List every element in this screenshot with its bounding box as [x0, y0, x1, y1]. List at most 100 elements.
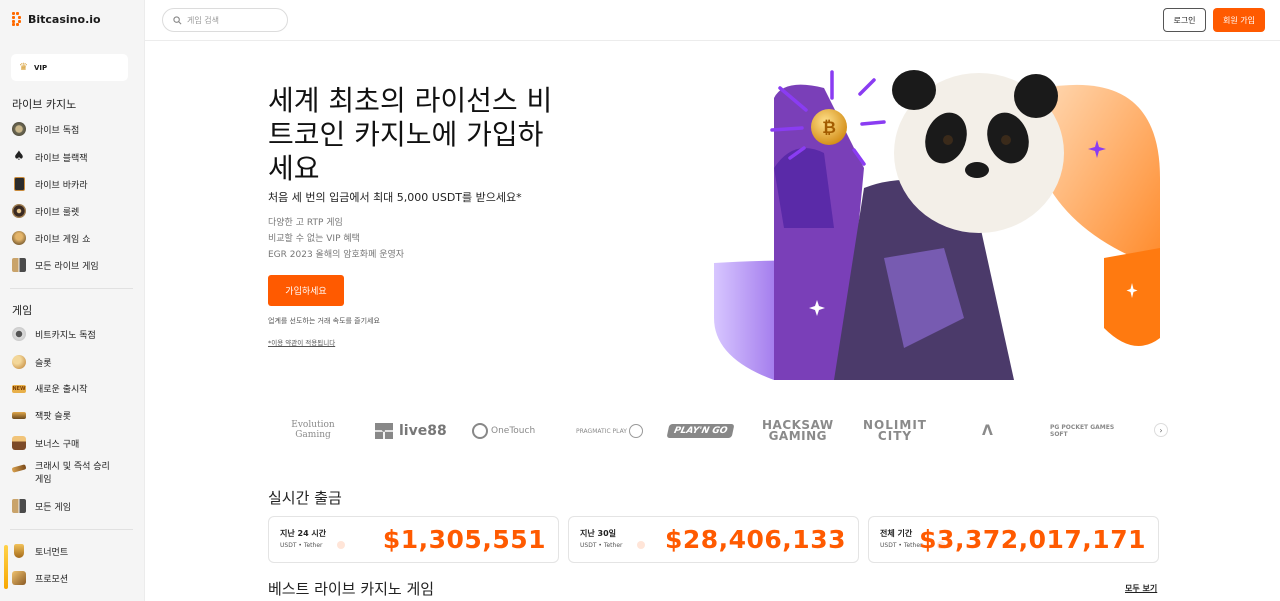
- sidebar-divider: [10, 288, 133, 289]
- see-all-link[interactable]: 모두 보기: [1125, 583, 1157, 594]
- login-button[interactable]: 로그인: [1163, 8, 1206, 32]
- hero-feature: 다양한 고 RTP 게임: [268, 218, 343, 228]
- hero-title-line: 세계 최초의 라이선스 비: [268, 84, 553, 117]
- new-badge-icon: NEW: [12, 384, 26, 393]
- sidebar-item-label: 프로모션: [35, 574, 69, 585]
- provider-logo[interactable]: OneTouch: [472, 418, 535, 444]
- join-cta-button[interactable]: 가입하세요: [268, 275, 344, 306]
- best-live-title: 베스트 라이브 카지노 게임: [268, 580, 435, 598]
- provider-logo[interactable]: NOLIMIT CITY: [859, 418, 931, 444]
- terms-link[interactable]: *이용 약관이 적용됩니다: [268, 337, 335, 347]
- provider-logo[interactable]: PLAY'N GO: [666, 418, 735, 444]
- rocket-icon: [11, 464, 27, 473]
- provider-name: Evolution Gaming: [291, 420, 335, 440]
- hero-fine-print: 업계를 선도하는 거래 속도를 즐기세요: [268, 317, 380, 325]
- sidebar-item-crash-instant[interactable]: 크래시 및 즉석 승리 게임: [11, 461, 132, 487]
- vip-button[interactable]: ♛ VIP: [11, 54, 128, 81]
- hero-title: 세계 최초의 라이선스 비 트코인 카지노에 가입하 세요: [268, 84, 568, 186]
- sidebar-item-all-games[interactable]: 모든 게임: [12, 499, 132, 513]
- sidebar-item-live-blackjack[interactable]: ♠ 라이브 블랙잭: [12, 150, 132, 164]
- payout-card: 전체 기간 USDT • Tether $3,372,017,171: [868, 516, 1159, 563]
- sidebar-item-label: 토너먼트: [35, 547, 69, 558]
- sidebar-item-label: 비트카지노 독점: [35, 330, 96, 341]
- sidebar-item-bitcasino-exclusive[interactable]: 비트카지노 독점: [12, 327, 132, 341]
- onetouch-icon: [472, 423, 488, 439]
- sidebar-item-all-live-games[interactable]: 모든 라이브 게임: [12, 258, 132, 272]
- provider-name: OneTouch: [491, 426, 536, 436]
- bitcasino-exclusive-icon: [12, 327, 26, 341]
- payout-period: 전체 기간: [880, 529, 913, 538]
- bitcasino-logo-icon: [12, 12, 23, 26]
- live88-icon: [375, 423, 393, 439]
- sidebar-item-live-exclusive[interactable]: 라이브 독점: [12, 122, 132, 136]
- search-input[interactable]: [187, 15, 277, 25]
- sidebar-divider: [10, 529, 133, 530]
- crown-icon: ♛: [19, 62, 28, 73]
- sidebar-item-label: 새로운 출시작: [35, 385, 88, 395]
- provider-name: PLAY'N GO: [666, 424, 735, 438]
- chevron-right-icon[interactable]: ›: [1154, 423, 1168, 437]
- sidebar-item-label: 라이브 블랙잭: [35, 153, 88, 164]
- provider-name: Λ: [982, 423, 993, 439]
- provider-logo[interactable]: PRAGMATIC PLAY: [576, 418, 643, 444]
- playing-card-icon: [14, 177, 25, 191]
- provider-logo[interactable]: Λ: [982, 418, 993, 444]
- sidebar-item-bonus-buy[interactable]: 보너스 구매: [12, 436, 132, 450]
- pragmatic-icon: [628, 424, 643, 438]
- vip-label: VIP: [33, 63, 48, 72]
- bonus-buy-icon: [12, 436, 26, 450]
- provider-name: live88: [399, 423, 447, 439]
- sidebar-item-label: 라이브 독점: [35, 125, 80, 136]
- provider-logo[interactable]: PG POCKET GAMES SOFT: [1050, 418, 1130, 444]
- hero-subtitle: 처음 세 번의 입금에서 최대 5,000 USDT를 받으세요*: [268, 191, 522, 204]
- jackpot-icon: [12, 412, 26, 419]
- payout-card: 지난 30일 USDT • Tether $28,406,133: [568, 516, 859, 563]
- signup-button[interactable]: 회원 가입: [1213, 8, 1265, 32]
- payouts-title: 실시간 출금: [268, 489, 342, 507]
- sidebar: Bitcasino.io ♛ VIP 라이브 카지노 라이브 독점 ♠ 라이브 …: [0, 0, 145, 601]
- payout-currency: USDT • Tether: [280, 542, 323, 549]
- provider-logo[interactable]: Evolution Gaming: [282, 418, 344, 444]
- svg-text:₿: ₿: [822, 118, 836, 138]
- sidebar-item-label: 라이브 게임 쇼: [35, 234, 91, 245]
- sidebar-item-live-roulette[interactable]: 라이브 룰렛: [12, 204, 132, 218]
- spade-icon: ♠: [13, 149, 25, 164]
- provider-name: PG POCKET GAMES SOFT: [1050, 424, 1115, 438]
- hero-panda-illustration: ₿: [714, 70, 1160, 380]
- provider-logo[interactable]: HACKSAW GAMING: [762, 418, 833, 444]
- top-bar: 로그인 회원 가입: [145, 0, 1280, 41]
- payout-amount: $1,305,551: [382, 525, 546, 554]
- sidebar-item-new-releases[interactable]: NEW 새로운 출시작: [12, 382, 132, 395]
- payout-amount: $28,406,133: [664, 525, 846, 554]
- sidebar-item-label: 슬롯: [35, 358, 52, 369]
- sidebar-item-live-game-show[interactable]: 라이브 게임 쇼: [12, 231, 132, 245]
- slot-icon: [12, 355, 26, 369]
- game-show-icon: [12, 231, 26, 245]
- provider-name: HACKSAW GAMING: [762, 418, 834, 443]
- payout-currency: USDT • Tether: [880, 542, 923, 549]
- sidebar-item-label-line2: 게임: [35, 475, 52, 485]
- sidebar-item-tournaments[interactable]: 토너먼트: [12, 544, 132, 558]
- decor-dot: [337, 541, 345, 549]
- decor-dot: [637, 541, 645, 549]
- live-casino-section-title: 라이브 카지노: [12, 98, 77, 111]
- payout-currency: USDT • Tether: [580, 542, 623, 549]
- sidebar-item-label: 라이브 룰렛: [35, 207, 80, 218]
- payout-period: 지난 30일: [580, 529, 616, 538]
- trophy-icon: [14, 544, 24, 558]
- provider-name: PRAGMATIC PLAY: [576, 427, 627, 435]
- sidebar-item-slots[interactable]: 슬롯: [12, 355, 132, 369]
- games-section-title: 게임: [12, 304, 33, 317]
- sidebar-item-promotions[interactable]: 프로모션: [12, 571, 132, 585]
- sidebar-item-jackpot-slots[interactable]: 잭팟 슬롯: [12, 409, 132, 422]
- sidebar-item-label: 모든 게임: [35, 502, 71, 513]
- provider-name: NOLIMIT CITY: [863, 418, 927, 443]
- hero-feature: 비교할 수 없는 VIP 혜택: [268, 234, 360, 244]
- sidebar-item-live-baccarat[interactable]: 라이브 바카라: [12, 177, 132, 191]
- provider-logo[interactable]: live88: [375, 418, 447, 444]
- grid-icon: [12, 258, 26, 272]
- search-box[interactable]: [162, 8, 288, 32]
- brand-logo[interactable]: Bitcasino.io: [12, 9, 101, 29]
- sidebar-item-label: 보너스 구매: [35, 439, 80, 450]
- payout-amount: $3,372,017,171: [919, 525, 1146, 554]
